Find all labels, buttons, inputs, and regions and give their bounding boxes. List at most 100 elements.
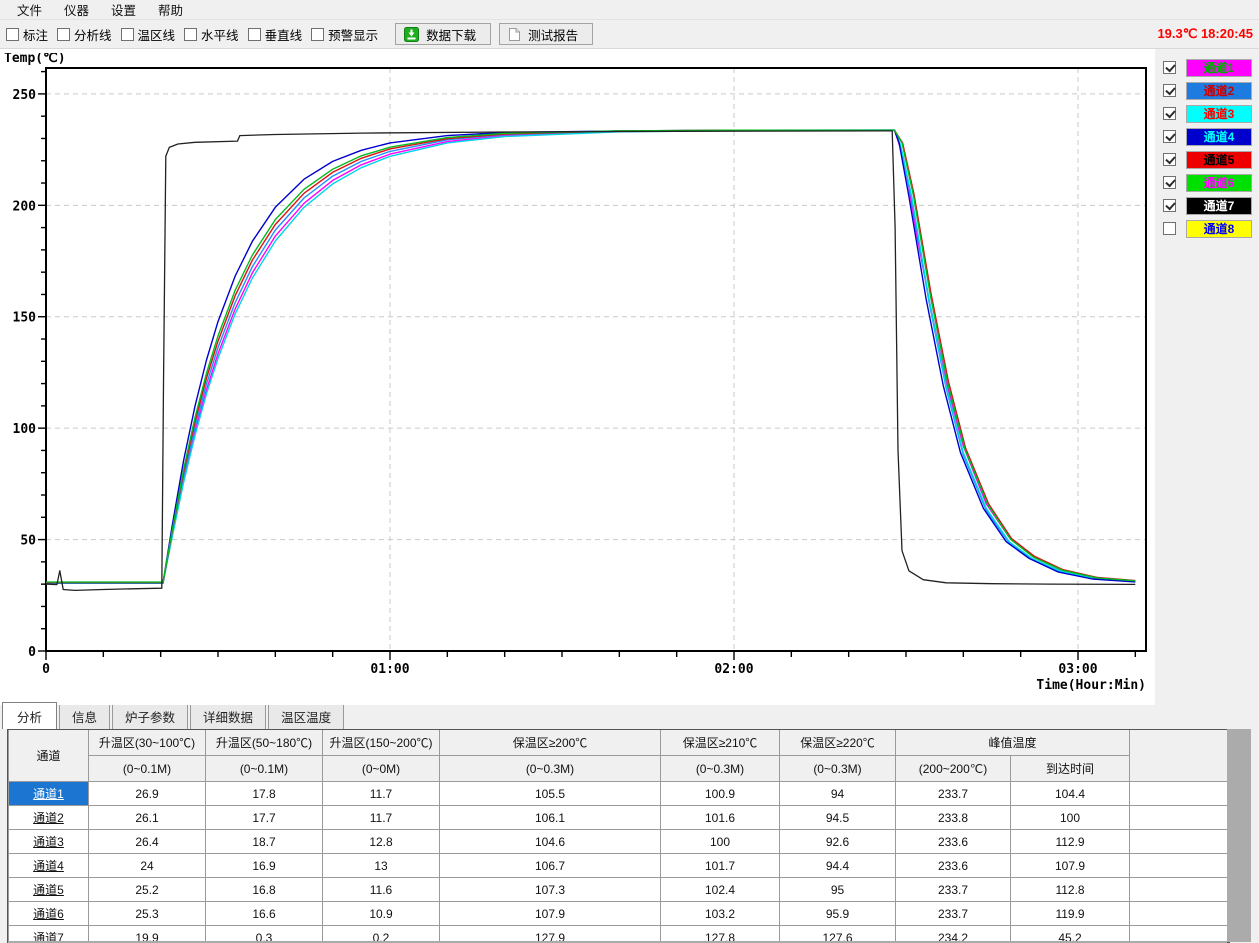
toolbar-checkbox-6[interactable] [311,28,324,41]
tab-信息[interactable]: 信息 [59,703,110,729]
toolbar-checkbox-4[interactable] [184,28,197,41]
toolbar-check-label: 预警显示 [328,25,378,44]
row-channel-通道5[interactable]: 通道5 [9,878,89,902]
cell-blank [1130,782,1228,806]
menu-item-4[interactable]: 帮助 [147,0,194,20]
cell-通道3-col8: 112.9 [1011,830,1130,854]
tab-详细数据[interactable]: 详细数据 [190,703,266,729]
legend-item-3: 通道3 [1163,105,1259,122]
cell-blank [1130,878,1228,902]
cell-通道4-col4: 106.7 [440,854,661,878]
cell-通道4-col6: 94.4 [780,854,896,878]
legend-chip-3[interactable]: 通道3 [1186,105,1252,123]
cell-blank [1130,902,1228,926]
tab-温区温度[interactable]: 温区温度 [268,703,344,729]
cell-通道1-col6: 94 [780,782,896,806]
analysis-table-zone: 通道升温区(30~100℃)升温区(50~180℃)升温区(150~200℃)保… [0,729,1259,943]
cell-通道5-col4: 107.3 [440,878,661,902]
svg-text:100: 100 [13,422,37,437]
cell-通道4-col8: 107.9 [1011,854,1130,878]
row-channel-通道1[interactable]: 通道1 [9,782,89,806]
legend-item-2: 通道2 [1163,82,1259,99]
row-channel-通道3[interactable]: 通道3 [9,830,89,854]
svg-text:02:00: 02:00 [714,662,753,677]
legend-item-6: 通道6 [1163,174,1259,191]
series-通道6 [46,130,1135,582]
legend-chip-1[interactable]: 通道1 [1186,59,1252,77]
table-subheader-4: (0~0.3M) [440,756,661,782]
table-header-group-4: 保温区≥200℃ [440,730,661,756]
svg-text:250: 250 [13,88,37,103]
legend-checkbox-2[interactable] [1163,84,1176,97]
legend-checkbox-7[interactable] [1163,199,1176,212]
cell-blank [1130,854,1228,878]
cell-通道6-col4: 107.9 [440,902,661,926]
legend-item-4: 通道4 [1163,128,1259,145]
table-subheader-5: (0~0.3M) [661,756,780,782]
cell-通道3-col1: 26.4 [89,830,206,854]
cell-通道2-col6: 94.5 [780,806,896,830]
row-channel-通道6[interactable]: 通道6 [9,902,89,926]
cell-通道6-col2: 16.6 [206,902,323,926]
menu-item-3[interactable]: 设置 [100,0,147,20]
temperature-profile-chart[interactable]: 050100150200250001:0002:0003:00Temp(℃)Ti… [0,53,1155,703]
toolbar-check-5: 垂直线 [248,25,303,44]
toolbar-checkbox-3[interactable] [121,28,134,41]
cell-通道6-col8: 119.9 [1011,902,1130,926]
table-header-group-3: 升温区(150~200℃) [323,730,440,756]
menu-item-1[interactable]: 文件 [6,0,53,20]
svg-text:150: 150 [13,311,37,326]
cell-通道1-col3: 11.7 [323,782,440,806]
toolbar-check-label: 分析线 [74,25,112,44]
legend-chip-8[interactable]: 通道8 [1186,220,1252,238]
table-header-group-2: 升温区(50~180℃) [206,730,323,756]
legend-checkbox-4[interactable] [1163,130,1176,143]
table-subheader-peak-temp: (200~200℃) [896,756,1011,782]
download-icon [404,27,419,42]
series-通道2 [46,130,1135,583]
svg-text:0: 0 [42,662,50,677]
svg-text:Temp(℃): Temp(℃) [4,53,66,66]
toolbar-checkbox-1[interactable] [6,28,19,41]
cell-通道5-col7: 233.7 [896,878,1011,902]
table-subheader-arrival-time: 到达时间 [1011,756,1130,782]
legend-checkbox-5[interactable] [1163,153,1176,166]
table-row: 通道126.917.811.7105.5100.994233.7104.4 [9,782,1228,806]
toolbar-check-6: 预警显示 [311,25,378,44]
chart-panel[interactable]: 050100150200250001:0002:0003:00Temp(℃)Ti… [0,49,1155,705]
table-subheader-1: (0~0.1M) [89,756,206,782]
legend-chip-6[interactable]: 通道6 [1186,174,1252,192]
test-report-button[interactable]: 测试报告 [499,23,593,45]
series-通道5 [46,130,1135,582]
cell-通道4-col7: 233.6 [896,854,1011,878]
row-channel-通道4[interactable]: 通道4 [9,854,89,878]
data-download-label: 数据下载 [426,25,476,44]
channel-legend: 通道1 通道2 通道3 通道4 通道5 通道6 通道7 通道8 [1155,49,1259,705]
legend-checkbox-3[interactable] [1163,107,1176,120]
data-download-button[interactable]: 数据下载 [395,23,491,45]
svg-text:Time(Hour:Min): Time(Hour:Min) [1036,678,1146,693]
table-subheader-2: (0~0.1M) [206,756,323,782]
toolbar-checkbox-2[interactable] [57,28,70,41]
cell-通道2-col3: 11.7 [323,806,440,830]
legend-checkbox-6[interactable] [1163,176,1176,189]
menu-item-2[interactable]: 仪器 [53,0,100,20]
legend-chip-7[interactable]: 通道7 [1186,197,1252,215]
legend-checkbox-1[interactable] [1163,61,1176,74]
table-row: 通道42416.913106.7101.794.4233.6107.9 [9,854,1228,878]
legend-chip-5[interactable]: 通道5 [1186,151,1252,169]
legend-chip-2[interactable]: 通道2 [1186,82,1252,100]
cell-通道2-col1: 26.1 [89,806,206,830]
cell-通道1-col1: 26.9 [89,782,206,806]
tab-炉子参数[interactable]: 炉子参数 [112,703,188,729]
cell-通道3-col3: 12.8 [323,830,440,854]
toolbar-checkbox-5[interactable] [248,28,261,41]
row-channel-通道2[interactable]: 通道2 [9,806,89,830]
legend-chip-4[interactable]: 通道4 [1186,128,1252,146]
cell-通道5-col1: 25.2 [89,878,206,902]
legend-checkbox-8[interactable] [1163,222,1176,235]
legend-item-8: 通道8 [1163,220,1259,237]
cell-通道5-col3: 11.6 [323,878,440,902]
cell-通道5-col8: 112.8 [1011,878,1130,902]
tab-分析[interactable]: 分析 [2,702,57,730]
